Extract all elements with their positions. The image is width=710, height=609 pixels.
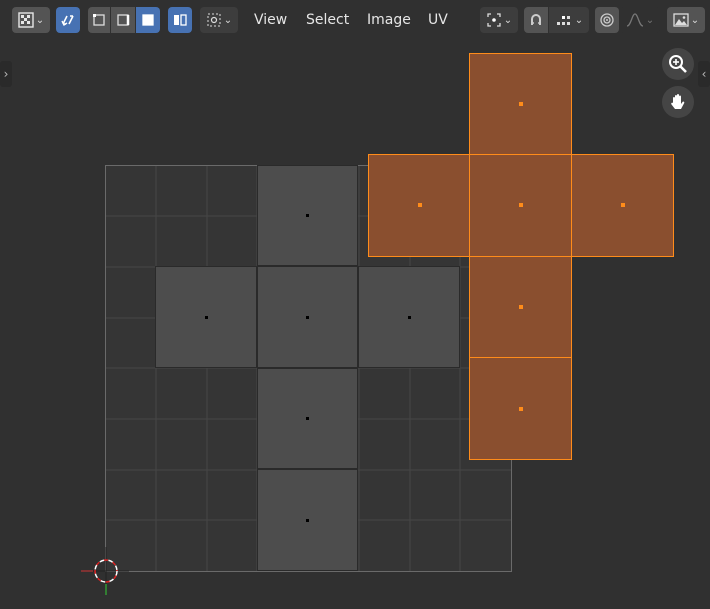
- snap-icon: [531, 14, 541, 25]
- face-dot: [306, 214, 309, 217]
- toolbar-toggle[interactable]: ›: [0, 61, 12, 87]
- sync-selection-icon: [61, 15, 74, 27]
- face-select-icon: [142, 14, 154, 26]
- menu-view[interactable]: View: [254, 10, 287, 30]
- proportional-falloff-button[interactable]: ⌄: [620, 7, 660, 33]
- face-dot-selected: [621, 203, 625, 207]
- vertex-select-mode-button[interactable]: [88, 7, 110, 33]
- uv-editor-header: ⌄ ⌄ View Select Image UV ⌄ ⌄ ⌄ ⌄: [0, 0, 710, 40]
- face-dot: [408, 316, 411, 319]
- pan-button[interactable]: [662, 86, 694, 118]
- face-dot-selected: [519, 102, 523, 106]
- face-dot: [306, 316, 309, 319]
- pan-hand-icon: [671, 94, 685, 109]
- editor-type-button[interactable]: ⌄: [12, 7, 50, 33]
- menu-image[interactable]: Image: [367, 10, 411, 30]
- sticky-select-icon: [207, 13, 221, 27]
- menu-select[interactable]: Select: [306, 10, 349, 30]
- image-browse-icon: [673, 13, 689, 27]
- face-dot-selected: [519, 407, 523, 411]
- face-select-mode-button[interactable]: [136, 7, 160, 33]
- chevron-down-icon: ⌄: [503, 14, 513, 26]
- image-browse-button[interactable]: ⌄: [667, 7, 705, 33]
- pivot-point-button[interactable]: ⌄: [480, 7, 518, 33]
- proportional-edit-button[interactable]: [595, 7, 619, 33]
- falloff-curve-icon: [626, 13, 644, 27]
- face-dot: [205, 316, 208, 319]
- sync-selection-button[interactable]: [56, 7, 80, 33]
- face-dot-selected: [418, 203, 422, 207]
- chevron-down-icon: ⌄: [223, 14, 233, 26]
- face-dot-selected: [519, 203, 523, 207]
- sidebar-toggle[interactable]: ‹: [698, 61, 710, 87]
- chevron-down-icon: ⌄: [35, 14, 45, 26]
- proportional-edit-icon: [600, 13, 614, 27]
- uv-viewport[interactable]: › ‹: [0, 40, 710, 609]
- snap-toggle-button[interactable]: [524, 7, 548, 33]
- uv-canvas[interactable]: [0, 40, 710, 609]
- uv-editor-icon: [18, 12, 34, 28]
- chevron-down-icon: ⌄: [690, 14, 700, 26]
- vertex-select-icon: [93, 14, 105, 26]
- snap-increment-icon: [556, 16, 570, 25]
- chevron-down-icon: ⌄: [645, 14, 655, 26]
- island-select-mode-button[interactable]: [168, 7, 192, 33]
- face-dot: [306, 417, 309, 420]
- sticky-select-mode-button[interactable]: ⌄: [200, 7, 238, 33]
- menu-uv[interactable]: UV: [428, 10, 448, 30]
- face-dot-selected: [519, 305, 523, 309]
- snap-target-button[interactable]: ⌄: [549, 7, 589, 33]
- pivot-point-icon: [487, 13, 501, 27]
- chevron-right-icon: ›: [3, 67, 9, 81]
- edge-select-mode-button[interactable]: [111, 7, 135, 33]
- zoom-button[interactable]: [662, 48, 694, 80]
- edge-select-icon: [117, 14, 130, 26]
- face-dot: [306, 519, 309, 522]
- chevron-down-icon: ⌄: [574, 14, 584, 26]
- island-select-icon: [174, 14, 187, 26]
- chevron-left-icon: ‹: [701, 67, 707, 81]
- zoom-icon: [669, 55, 687, 73]
